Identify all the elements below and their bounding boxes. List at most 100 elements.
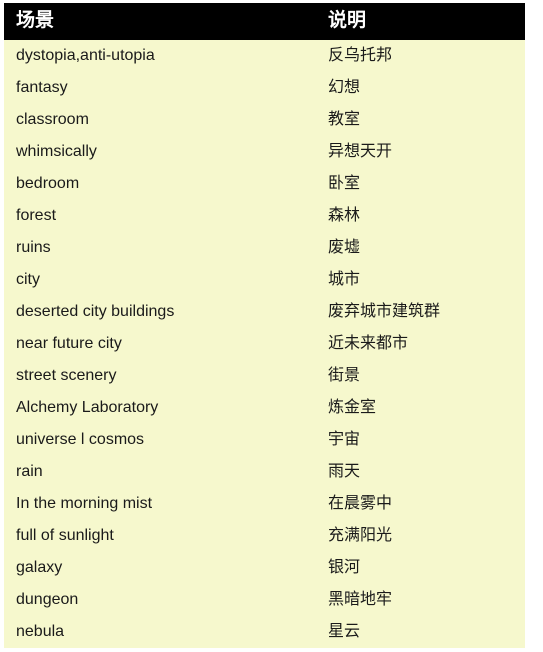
cell-scene: near future city [4,328,320,360]
cell-description: 街景 [320,360,525,392]
cell-description: 废弃城市建筑群 [320,296,525,328]
column-header-scene-label: 场景 [16,10,55,31]
cell-scene-text: bedroom [16,175,80,192]
cell-scene-text: universe l cosmos [16,431,145,448]
cell-scene-text: rain [16,463,43,480]
cell-scene: Alchemy Laboratory [4,392,320,424]
cell-description: 星云 [320,616,525,648]
cell-scene: nebula [4,616,320,648]
cell-description-text: 银河 [328,559,361,576]
cell-scene-text: deserted city buildings [16,303,175,320]
cell-description-text: 城市 [328,271,361,288]
table-row: dystopia,anti-utopia 反乌托邦 [4,40,525,72]
cell-description: 银河 [320,552,525,584]
cell-scene: forest [4,200,320,232]
table-row: classroom 教室 [4,104,525,136]
table-body: dystopia,anti-utopia 反乌托邦 fantasy 幻想 classro… [4,40,525,648]
cell-description-text: 幻想 [328,79,361,96]
cell-description-text: 废墟 [328,239,361,256]
cell-scene: In the morning mist [4,488,320,520]
cell-scene-text: Alchemy Laboratory [16,399,159,416]
table-row: bedroom 卧室 [4,168,525,200]
cell-description: 充满阳光 [320,520,525,552]
cell-description: 幻想 [320,72,525,104]
cell-scene: bedroom [4,168,320,200]
cell-description-text: 黑暗地牢 [328,591,393,608]
table-row: full of sunlight 充满阳光 [4,520,525,552]
table-row: universe l cosmos 宇宙 [4,424,525,456]
cell-description-text: 炼金室 [328,399,377,416]
table-header-row: 场景 说明 [4,3,525,40]
cell-description-text: 森林 [328,207,361,224]
cell-description: 废墟 [320,232,525,264]
scene-reference-table: 场景 说明 dystopia,anti-utopia 反乌托邦 fantasy 幻想 c… [4,3,525,648]
cell-description: 在晨雾中 [320,488,525,520]
cell-description: 卧室 [320,168,525,200]
cell-description-text: 异想天开 [328,143,393,160]
scene-reference-table-container: 场景 说明 dystopia,anti-utopia 反乌托邦 fantasy 幻想 c… [4,3,525,648]
cell-scene: dystopia,anti-utopia [4,40,320,72]
table-row: city 城市 [4,264,525,296]
cell-scene: deserted city buildings [4,296,320,328]
cell-description: 城市 [320,264,525,296]
cell-description-text: 星云 [328,623,361,640]
table-row: In the morning mist 在晨雾中 [4,488,525,520]
cell-scene-text: fantasy [16,79,68,96]
cell-scene-text: whimsically [16,143,97,160]
cell-scene: whimsically [4,136,320,168]
cell-description: 教室 [320,104,525,136]
table-row: galaxy 银河 [4,552,525,584]
cell-scene: dungeon [4,584,320,616]
table-row: fantasy 幻想 [4,72,525,104]
cell-scene-text: full of sunlight [16,527,114,544]
cell-scene-text: city [16,271,40,288]
cell-description: 森林 [320,200,525,232]
cell-scene: galaxy [4,552,320,584]
cell-scene: city [4,264,320,296]
table-row: rain 雨天 [4,456,525,488]
cell-scene-text: ruins [16,239,51,256]
table-row: forest 森林 [4,200,525,232]
cell-description: 雨天 [320,456,525,488]
cell-scene: rain [4,456,320,488]
column-header-scene: 场景 [4,3,320,40]
cell-scene: classroom [4,104,320,136]
cell-scene-text: dystopia,anti-utopia [16,47,155,64]
cell-scene-text: dungeon [16,591,79,608]
table-row: dungeon 黑暗地牢 [4,584,525,616]
cell-description: 近未来都市 [320,328,525,360]
cell-description-text: 雨天 [328,463,361,480]
cell-scene-text: In the morning mist [16,495,153,512]
cell-scene: universe l cosmos [4,424,320,456]
cell-scene-text: classroom [16,111,89,128]
cell-description-text: 街景 [328,367,361,384]
cell-scene: ruins [4,232,320,264]
table-row: Alchemy Laboratory 炼金室 [4,392,525,424]
cell-description: 黑暗地牢 [320,584,525,616]
cell-description: 反乌托邦 [320,40,525,72]
cell-scene-text: forest [16,207,57,224]
cell-description: 炼金室 [320,392,525,424]
cell-description-text: 反乌托邦 [328,47,393,64]
cell-scene-text: street scenery [16,367,117,384]
table-row: ruins 废墟 [4,232,525,264]
table-row: whimsically 异想天开 [4,136,525,168]
table-row: deserted city buildings 废弃城市建筑群 [4,296,525,328]
table-header: 场景 说明 [4,3,525,40]
table-row: near future city 近未来都市 [4,328,525,360]
cell-description-text: 在晨雾中 [328,495,393,512]
table-row: street scenery 街景 [4,360,525,392]
cell-scene: fantasy [4,72,320,104]
cell-description-text: 宇宙 [328,431,361,448]
cell-description-text: 近未来都市 [328,335,409,352]
cell-description-text: 卧室 [328,175,361,192]
table-row: nebula 星云 [4,616,525,648]
cell-description-text: 废弃城市建筑群 [328,303,441,320]
cell-description: 宇宙 [320,424,525,456]
cell-scene-text: nebula [16,623,65,640]
cell-scene-text: galaxy [16,559,63,576]
cell-scene: full of sunlight [4,520,320,552]
column-header-description-label: 说明 [328,10,367,31]
cell-description-text: 充满阳光 [328,527,393,544]
column-header-description: 说明 [320,3,525,40]
